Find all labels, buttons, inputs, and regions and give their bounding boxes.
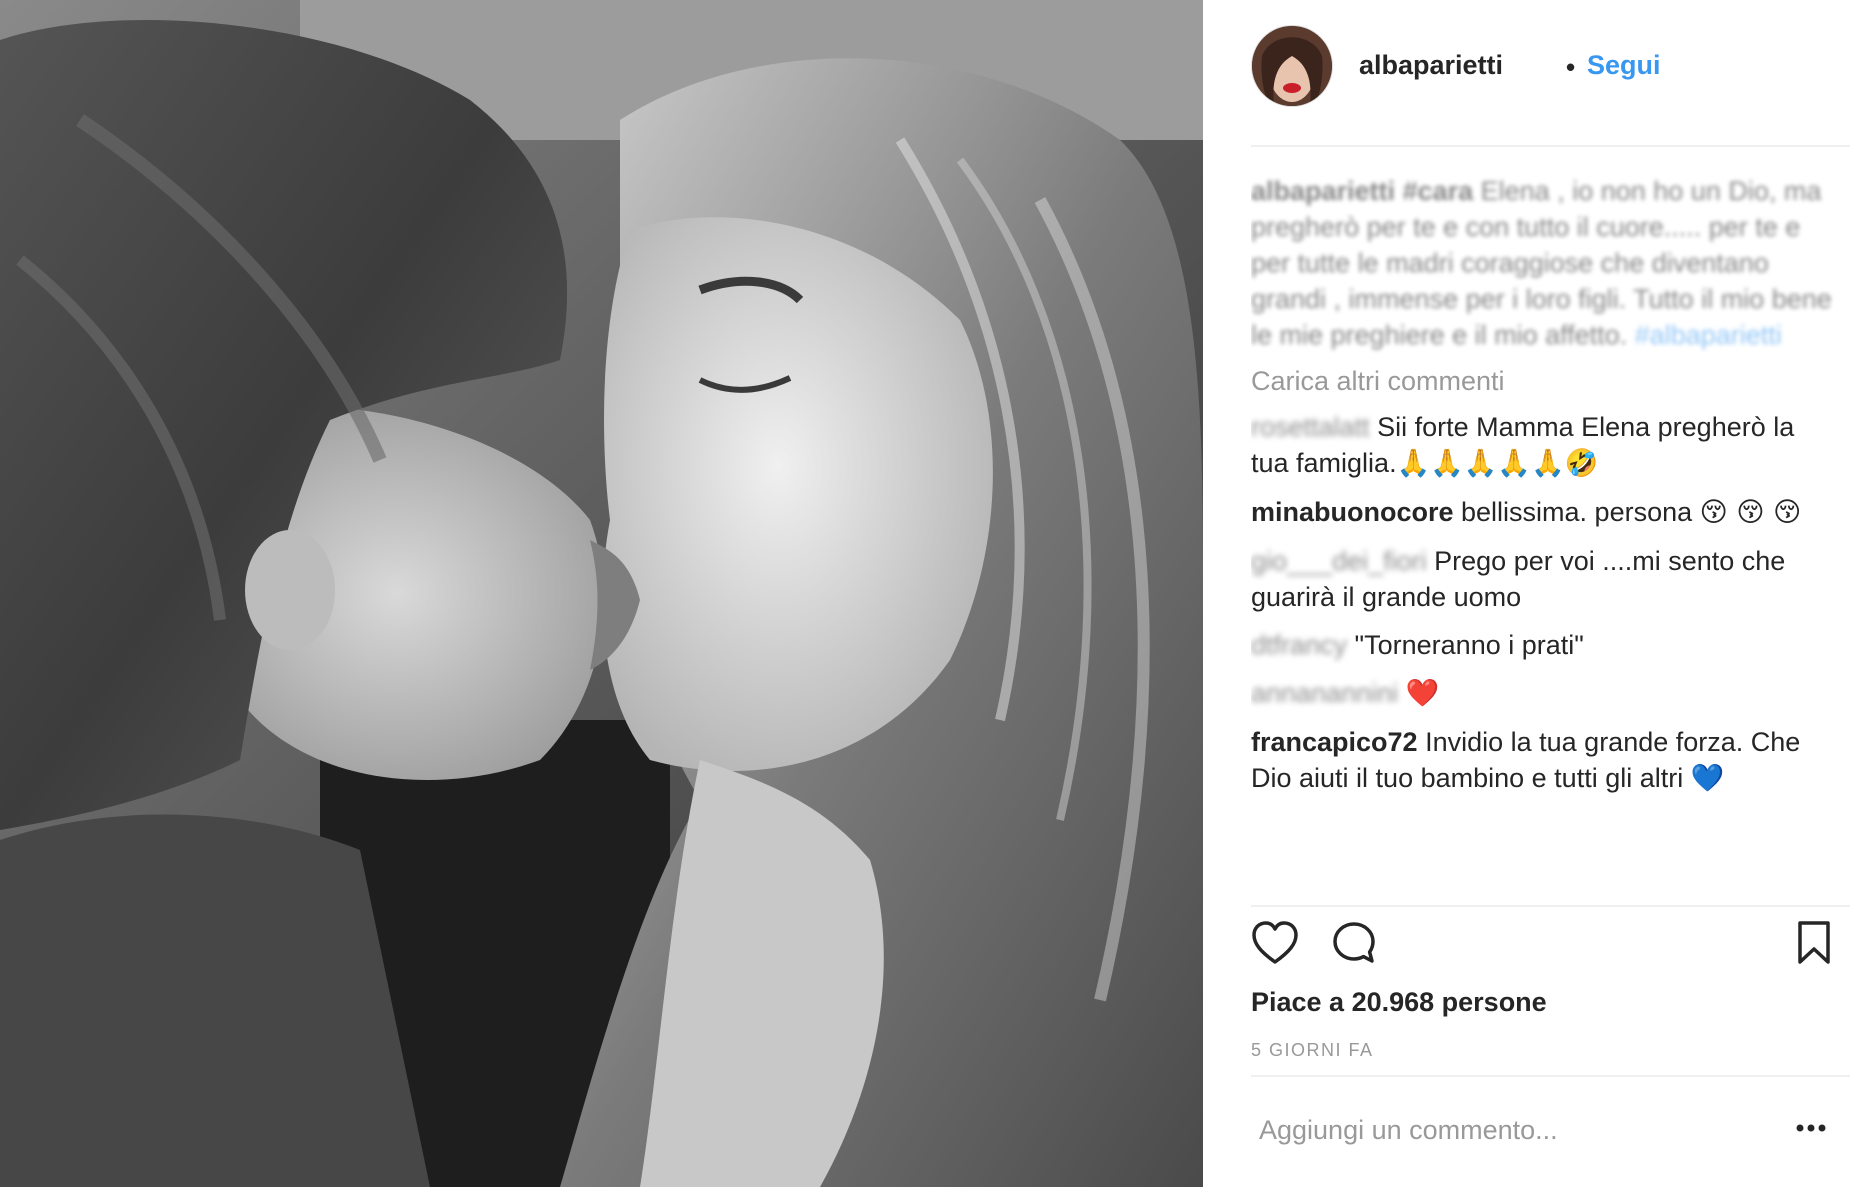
- follow-button[interactable]: Segui: [1587, 50, 1661, 81]
- comment-item: gio___dei_fiori Prego per voi ....mi sen…: [1251, 543, 1836, 615]
- caption-hashtag[interactable]: #cara: [1403, 176, 1474, 206]
- comment-bubble-icon[interactable]: [1331, 920, 1377, 971]
- more-options-icon[interactable]: [1786, 1103, 1836, 1153]
- comment-username[interactable]: rosettalatt: [1251, 412, 1370, 442]
- comments-list[interactable]: albaparietti #cara Elena , io non ho un …: [1251, 165, 1836, 905]
- post-timestamp: 5 GIORNI FA: [1251, 1040, 1374, 1060]
- comment-item: minabuonocore bellissima. persona 😚 😚 😚: [1251, 494, 1836, 531]
- caption-hashtag[interactable]: #albaparietti: [1635, 320, 1782, 350]
- add-comment-bar: [1251, 1103, 1841, 1163]
- comment-emoji: 😚 😚 😚: [1699, 497, 1802, 528]
- comment-text: "Torneranno i prati": [1347, 630, 1584, 660]
- add-comment-input[interactable]: [1251, 1108, 1779, 1153]
- comment-item: rosettalatt Sii forte Mamma Elena preghe…: [1251, 409, 1836, 482]
- comment-username[interactable]: dtfrancy: [1251, 630, 1347, 660]
- comment-emoji: 💙: [1690, 763, 1725, 794]
- divider: [1251, 1075, 1850, 1077]
- load-more-comments-button[interactable]: Carica altri commenti: [1251, 363, 1836, 399]
- post-caption: albaparietti #cara Elena , io non ho un …: [1251, 173, 1836, 353]
- post-actions: [1251, 920, 1831, 980]
- likes-count[interactable]: Piace a 20.968 persone: [1251, 987, 1547, 1018]
- post-sidebar: albaparietti • Segui albaparietti #cara …: [1203, 0, 1850, 1187]
- comment-item: francapico72 Invidio la tua grande forza…: [1251, 724, 1836, 797]
- bookmark-icon[interactable]: [1796, 920, 1832, 971]
- comment-emoji: ❤️: [1405, 678, 1440, 709]
- comment-text: [1398, 678, 1406, 708]
- comment-emoji: 🙏🙏🙏🙏🙏🤣: [1396, 448, 1599, 479]
- comment-username[interactable]: gio___dei_fiori: [1251, 546, 1427, 576]
- comment-username[interactable]: francapico72: [1251, 727, 1418, 757]
- post-photo[interactable]: [0, 0, 1203, 1187]
- post-header: albaparietti • Segui: [1251, 0, 1850, 147]
- separator-dot: •: [1566, 52, 1576, 82]
- comment-item: annanannini ❤️: [1251, 675, 1836, 712]
- heart-icon[interactable]: [1251, 920, 1299, 971]
- comment-username[interactable]: annanannini: [1251, 678, 1398, 708]
- comment-text: bellissima. persona: [1453, 497, 1700, 527]
- avatar-image: [1252, 26, 1332, 106]
- caption-username[interactable]: albaparietti: [1251, 176, 1395, 206]
- photo-image: [0, 0, 1203, 1187]
- divider: [1251, 905, 1850, 907]
- comment-item: dtfrancy "Torneranno i prati": [1251, 627, 1836, 663]
- post-username[interactable]: albaparietti: [1359, 50, 1503, 81]
- comment-username[interactable]: minabuonocore: [1251, 497, 1454, 527]
- avatar[interactable]: [1252, 26, 1332, 106]
